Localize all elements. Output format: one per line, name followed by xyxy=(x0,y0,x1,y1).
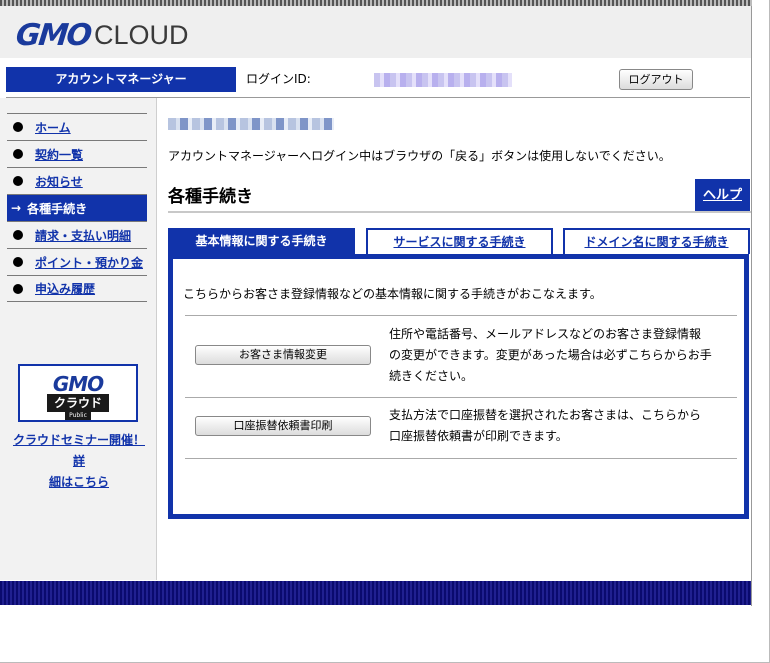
sidebar-nav: ホーム 契約一覧 お知らせ → 各種手続き 請求・支払い明細 ポイント・預かり金… xyxy=(7,113,147,302)
help-button[interactable]: ヘルプ xyxy=(695,179,750,212)
page-title: 各種手続き xyxy=(168,187,253,207)
row-divider xyxy=(185,315,737,316)
row-divider xyxy=(185,458,737,459)
sidebar-item-news[interactable]: お知らせ xyxy=(7,167,147,194)
sidebar-item-home[interactable]: ホーム xyxy=(7,113,147,140)
seminar-link-line2: 細はこちら xyxy=(48,475,109,489)
tab-basic-info[interactable]: 基本情報に関する手続き xyxy=(168,228,355,254)
gmo-cloud-public-banner[interactable]: GMO クラウド Public xyxy=(18,364,138,422)
bullet-icon xyxy=(13,149,23,159)
description-line: 口座振替依頼書が印刷できます。 xyxy=(389,429,568,443)
bullet-icon xyxy=(13,257,23,267)
site-footer xyxy=(0,581,752,605)
sidebar-item-label: お知らせ xyxy=(35,174,83,189)
login-id-value-redacted xyxy=(374,73,512,87)
account-bar: アカウントマネージャー ログインID: ログアウト xyxy=(6,67,750,92)
description-line: 支払方法で口座振替を選択されたお客さまは、こちらから xyxy=(389,408,702,422)
sidebar-item-label: 各種手続き xyxy=(27,201,88,216)
customer-info-description: 住所や電話番号、メールアドレスなどのお客さま登録情報 の変更ができます。変更があ… xyxy=(389,324,729,387)
user-name-redacted xyxy=(168,118,334,130)
account-transfer-print-button[interactable]: 口座振替依頼書印刷 xyxy=(195,416,371,436)
banner-gmo-text: GMO xyxy=(52,372,104,396)
tab-services[interactable]: サービスに関する手続き xyxy=(366,228,553,254)
account-manager-title: アカウントマネージャー xyxy=(6,67,236,92)
logout-button[interactable]: ログアウト xyxy=(619,69,693,90)
logo-gmo-text: GMO xyxy=(14,18,92,53)
back-button-notice: アカウントマネージャーへログイン中はブラウザの「戻る」ボタンは使用しないでくださ… xyxy=(168,149,671,163)
sidebar-item-points[interactable]: ポイント・預かり金 xyxy=(7,248,147,275)
bullet-icon xyxy=(13,176,23,186)
sidebar: ホーム 契約一覧 お知らせ → 各種手続き 請求・支払い明細 ポイント・預かり金… xyxy=(0,98,157,580)
panel-intro: こちらからお客さま登録情報などの基本情報に関する手続きがおこなえます。 xyxy=(183,287,602,301)
procedure-tabs: 基本情報に関する手続き サービスに関する手続き ドメイン名に関する手続き xyxy=(168,228,752,254)
sidebar-item-label: 契約一覧 xyxy=(35,147,84,162)
seminar-link[interactable]: クラウドセミナー開催！詳 細はこちら xyxy=(8,430,150,493)
gmo-cloud-logo[interactable]: GMO CLOUD xyxy=(14,18,189,53)
customer-info-change-button[interactable]: お客さま情報変更 xyxy=(195,345,371,365)
description-line: 続きください。 xyxy=(389,369,474,383)
arrow-right-icon: → xyxy=(11,201,22,215)
seminar-link-line1: クラウドセミナー開催！詳 xyxy=(12,433,145,468)
banner-public-text: Public xyxy=(65,412,91,420)
bullet-icon xyxy=(13,230,23,240)
sidebar-item-procedures[interactable]: → 各種手続き xyxy=(7,194,147,221)
tab-domains[interactable]: ドメイン名に関する手続き xyxy=(563,228,750,254)
main-content: アカウントマネージャーへログイン中はブラウザの「戻る」ボタンは使用しないでくださ… xyxy=(158,98,752,580)
sidebar-item-billing[interactable]: 請求・支払い明細 xyxy=(7,221,147,248)
description-line: の変更ができます。変更があった場合は必ずこちらからお手 xyxy=(389,348,712,362)
sidebar-item-contracts[interactable]: 契約一覧 xyxy=(7,140,147,167)
banner-cloud-text: クラウド xyxy=(47,394,109,412)
description-line: 住所や電話番号、メールアドレスなどのお客さま登録情報 xyxy=(389,327,702,341)
page-right-border xyxy=(751,6,752,606)
sidebar-item-label: ポイント・預かり金 xyxy=(35,255,144,270)
account-transfer-description: 支払方法で口座振替を選択されたお客さまは、こちらから 口座振替依頼書が印刷できま… xyxy=(389,405,729,447)
sidebar-item-label: ホーム xyxy=(35,120,71,135)
site-header: GMO CLOUD xyxy=(0,6,752,58)
bullet-icon xyxy=(13,283,23,294)
bullet-icon xyxy=(13,122,23,132)
sidebar-item-label: 請求・支払い明細 xyxy=(35,228,132,243)
sidebar-item-history[interactable]: 申込み履歴 xyxy=(7,275,147,302)
login-id-label: ログインID: xyxy=(246,72,311,86)
title-divider xyxy=(168,211,751,213)
row-divider xyxy=(185,397,737,398)
logo-cloud-text: CLOUD xyxy=(93,20,189,50)
basic-info-panel: こちらからお客さま登録情報などの基本情報に関する手続きがおこなえます。 お客さま… xyxy=(168,254,749,519)
sidebar-item-label: 申込み履歴 xyxy=(35,282,96,296)
